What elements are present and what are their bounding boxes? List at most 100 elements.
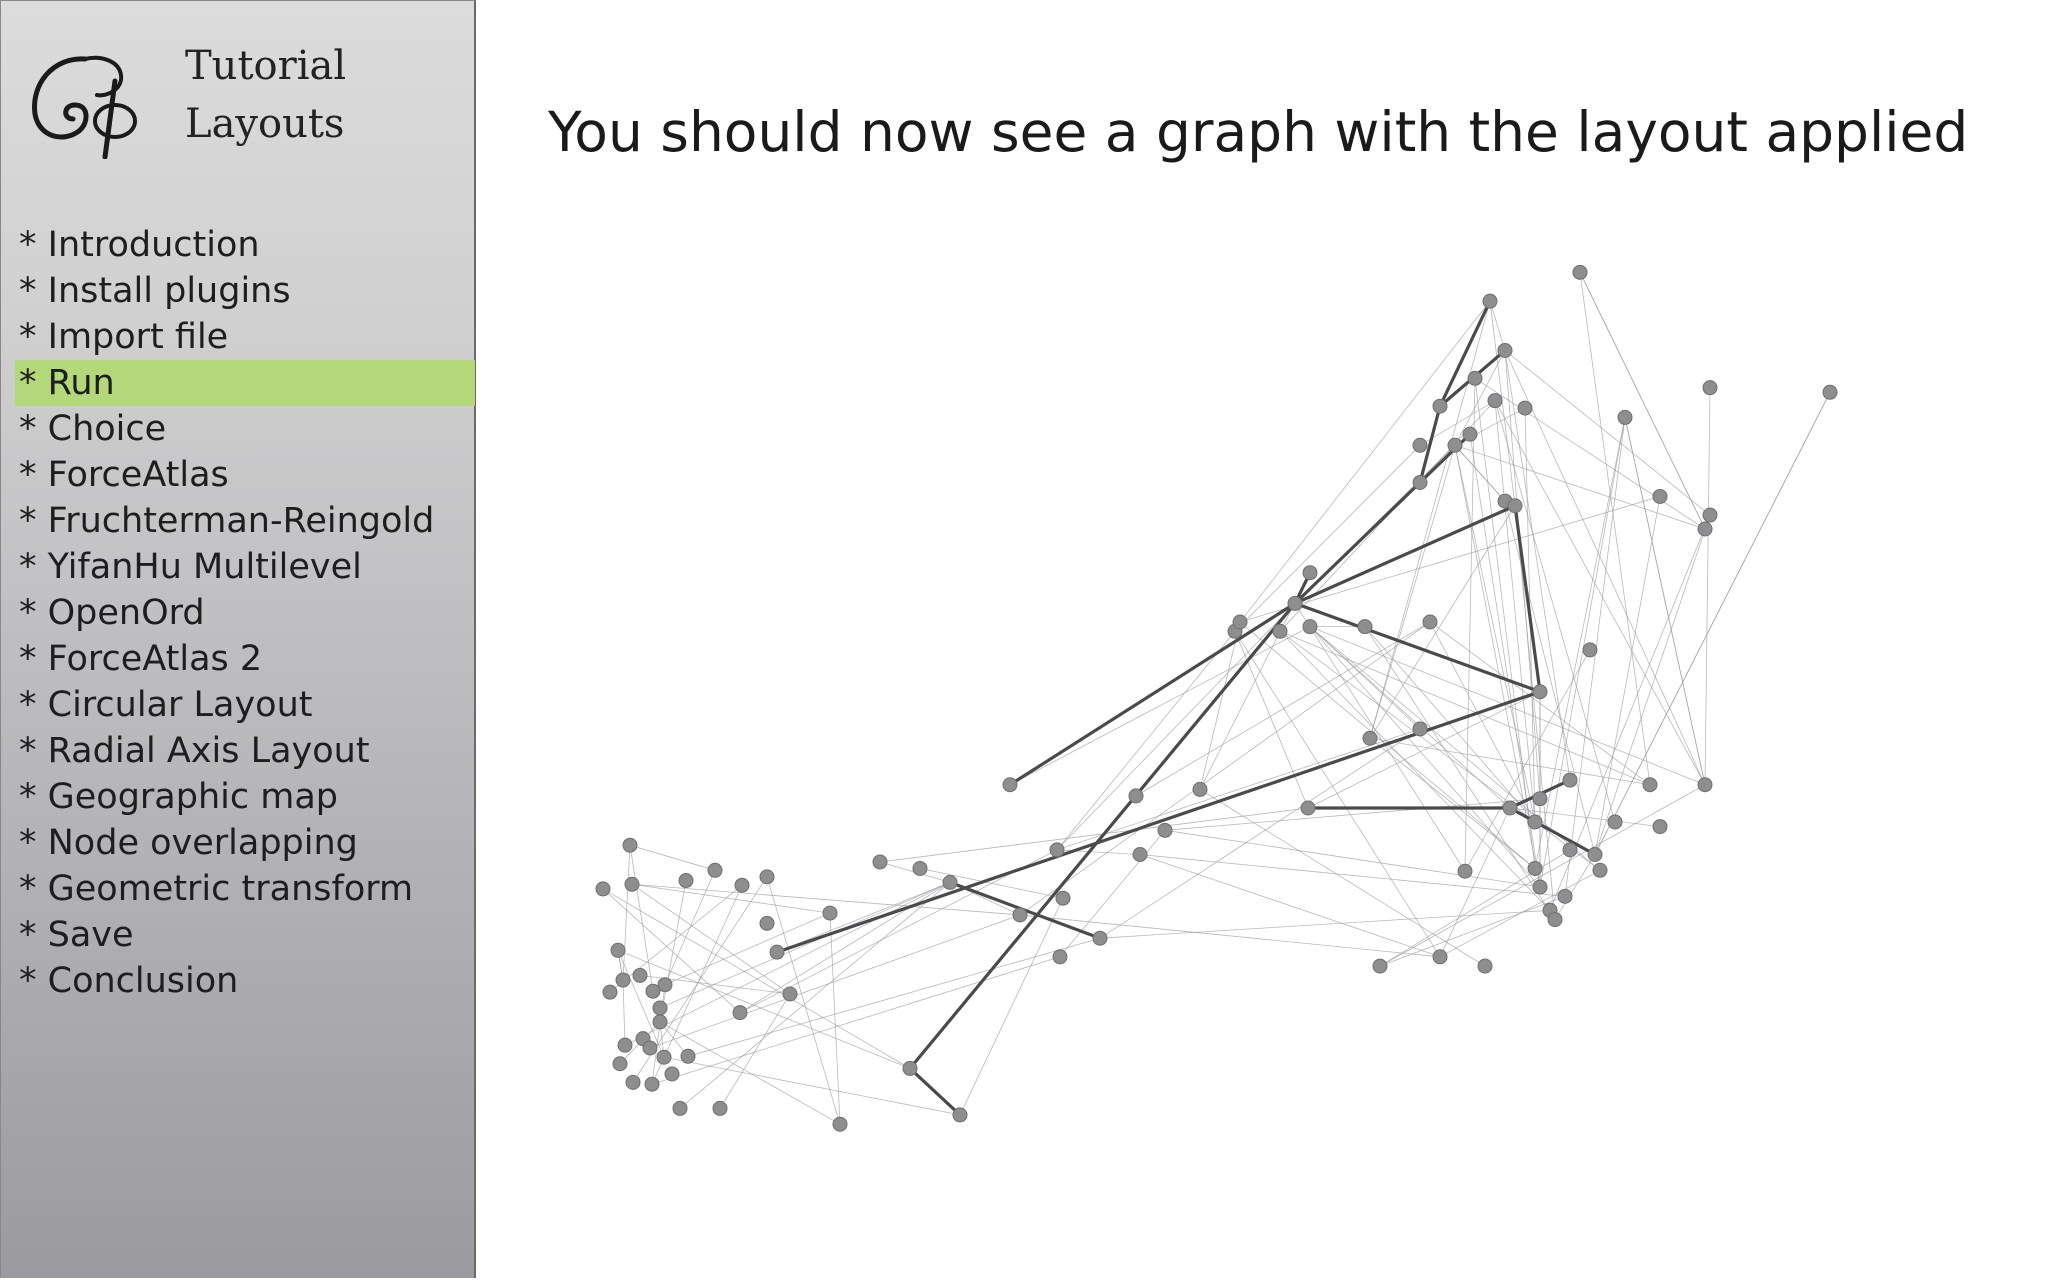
sidebar-item-geographic-map[interactable]: * Geographic map bbox=[1, 774, 475, 820]
sidebar-item-import-file[interactable]: * Import file bbox=[1, 314, 475, 360]
sidebar-item-openord[interactable]: * OpenOrd bbox=[1, 590, 475, 636]
graph-node bbox=[656, 1049, 672, 1065]
sidebar-item-conclusion[interactable]: * Conclusion bbox=[1, 958, 475, 1004]
sidebar-item-circular-layout[interactable]: * Circular Layout bbox=[1, 682, 475, 728]
brand-title: Tutorial bbox=[185, 43, 347, 89]
graph-edge bbox=[719, 993, 791, 1109]
graph-node bbox=[1462, 426, 1478, 442]
graph-edge bbox=[1099, 728, 1421, 939]
graph-node bbox=[652, 1014, 668, 1030]
graph-node bbox=[1052, 949, 1068, 965]
graph-node bbox=[759, 915, 775, 931]
graph-node bbox=[1702, 507, 1718, 523]
sidebar-menu: * Introduction * Install plugins * Impor… bbox=[1, 222, 475, 1004]
graph-node bbox=[1477, 958, 1493, 974]
graph-edge bbox=[1594, 514, 1711, 855]
graph-edge bbox=[1594, 392, 1831, 855]
sidebar-item-install-plugins[interactable]: * Install plugins bbox=[1, 268, 475, 314]
graph-node bbox=[615, 972, 631, 988]
graph-node bbox=[1132, 847, 1148, 862]
graph-node bbox=[1232, 614, 1248, 630]
graph-edge bbox=[1579, 272, 1651, 785]
sidebar-item-introduction[interactable]: * Introduction bbox=[1, 222, 475, 268]
graph-node bbox=[657, 977, 673, 993]
graph-node bbox=[1055, 890, 1071, 906]
graph-edge bbox=[1379, 895, 1566, 967]
graph-node bbox=[1497, 342, 1513, 358]
graph-node bbox=[1412, 721, 1428, 737]
graph-edge bbox=[1019, 621, 1431, 916]
graph-edge bbox=[1279, 630, 1601, 871]
graph-node bbox=[1557, 888, 1573, 904]
graph-edge bbox=[1594, 496, 1661, 855]
graph-node bbox=[1192, 781, 1208, 797]
graph-node bbox=[832, 1116, 848, 1132]
graph-edge bbox=[1504, 350, 1706, 785]
graph-node bbox=[1562, 842, 1578, 858]
graph-node bbox=[1562, 772, 1578, 788]
sidebar-item-forceatlas-2[interactable]: * ForceAtlas 2 bbox=[1, 636, 475, 682]
sidebar-item-radial-axis-layout[interactable]: * Radial Axis Layout bbox=[1, 728, 475, 774]
sidebar-item-yifanhu-multilevel[interactable]: * YifanHu Multilevel bbox=[1, 544, 475, 590]
graph-edge bbox=[1494, 400, 1616, 823]
graph-edge bbox=[1139, 854, 1566, 897]
graph-node bbox=[912, 860, 928, 876]
graph-node bbox=[1642, 777, 1658, 793]
sidebar-item-forceatlas[interactable]: * ForceAtlas bbox=[1, 452, 475, 498]
graph-node bbox=[1527, 814, 1543, 830]
graph-edge bbox=[1554, 854, 1596, 920]
graph-strong-edge bbox=[1009, 602, 1296, 787]
graph-node bbox=[1012, 907, 1028, 923]
graph-node bbox=[1547, 912, 1563, 928]
graph-node bbox=[1287, 595, 1303, 611]
gephi-logo-icon bbox=[32, 55, 137, 159]
graph-edge bbox=[1439, 869, 1601, 958]
graph-node bbox=[1467, 370, 1483, 386]
graph-node bbox=[1532, 879, 1548, 895]
graph-node bbox=[1092, 930, 1108, 946]
graph-node bbox=[678, 873, 694, 889]
sidebar-item-run[interactable]: * Run bbox=[15, 360, 475, 406]
graph-strong-edges bbox=[776, 300, 1596, 1117]
graph-edge bbox=[609, 884, 743, 993]
graph-node bbox=[1587, 847, 1603, 862]
sidebar-item-geometric-transform[interactable]: * Geometric transform bbox=[1, 866, 475, 912]
graph-node bbox=[1049, 842, 1065, 858]
graph-strong-edge bbox=[1438, 300, 1492, 407]
graph-strong-edge bbox=[908, 602, 1297, 1070]
graph-edge bbox=[629, 844, 716, 871]
graph-node bbox=[1300, 800, 1316, 816]
graph-node bbox=[1517, 400, 1533, 416]
graph-node bbox=[624, 876, 640, 892]
graph-node bbox=[1302, 619, 1318, 635]
graph-node bbox=[1002, 777, 1018, 793]
graph-node bbox=[1302, 565, 1318, 581]
graph-edge bbox=[1369, 737, 1651, 786]
graph-edge bbox=[1504, 350, 1571, 781]
graph-node bbox=[1582, 642, 1598, 658]
graph-edge bbox=[1009, 626, 1311, 786]
sidebar-item-fruchterman-reingold[interactable]: * Fruchterman-Reingold bbox=[1, 498, 475, 544]
graph-node bbox=[1457, 863, 1473, 879]
graph-node bbox=[822, 905, 838, 921]
graph-node bbox=[1157, 822, 1173, 838]
graph-node bbox=[732, 1005, 748, 1021]
graph-edge bbox=[622, 980, 626, 1046]
graph-node bbox=[1532, 791, 1548, 807]
graph-edge bbox=[829, 913, 841, 1125]
sidebar-item-choice[interactable]: * Choice bbox=[1, 406, 475, 452]
graph-node bbox=[632, 967, 648, 983]
graph-strong-edge bbox=[1293, 481, 1422, 605]
graph-edge bbox=[659, 882, 951, 1009]
graph-node bbox=[1572, 264, 1588, 280]
graph-node bbox=[644, 1076, 660, 1092]
graph-node bbox=[942, 874, 958, 890]
graph-node bbox=[1697, 777, 1713, 793]
sidebar-item-node-overlapping[interactable]: * Node overlapping bbox=[1, 820, 475, 866]
sidebar-item-save[interactable]: * Save bbox=[1, 912, 475, 958]
graph-node bbox=[1617, 409, 1633, 425]
graph-node bbox=[952, 1107, 968, 1123]
graph-edge bbox=[664, 912, 831, 986]
graph-edge bbox=[1439, 807, 1511, 957]
graph-edge bbox=[1489, 301, 1506, 351]
